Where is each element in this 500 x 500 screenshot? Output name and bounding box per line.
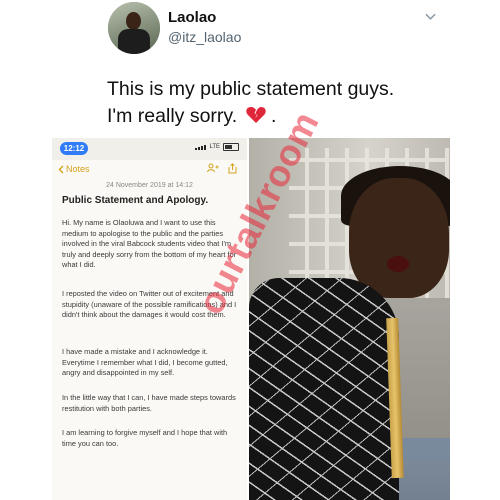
broken-heart-icon xyxy=(245,107,266,123)
signal-icon xyxy=(195,144,207,150)
back-label: Notes xyxy=(66,164,90,174)
tweet-text-line-1: This is my public statement guys. xyxy=(107,78,395,100)
status-time: 12:12 xyxy=(60,142,88,155)
chevron-down-icon[interactable] xyxy=(425,11,436,22)
chevron-left-icon xyxy=(58,165,64,173)
tweet-text: This is my public statement guys. I'm re… xyxy=(107,76,447,130)
share-icon[interactable] xyxy=(228,163,237,174)
display-name[interactable]: Laolao xyxy=(168,9,216,26)
battery-icon xyxy=(223,143,239,151)
tweet-text-line-2-label: I'm really sorry. xyxy=(107,105,238,127)
tweet-text-line-2: I'm really sorry. . xyxy=(107,105,277,127)
user-handle[interactable]: @itz_laolao xyxy=(168,29,241,45)
status-bar: 12:12 LTE xyxy=(52,138,247,160)
network-label: LTE xyxy=(209,144,220,150)
note-paragraph: In the little way that I can, I have mad… xyxy=(62,393,236,413)
note-date: 24 November 2019 at 14:12 xyxy=(106,182,193,189)
note-title: Public Statement and Apology. xyxy=(62,195,209,206)
note-paragraph: I have made a mistake and I acknowledge … xyxy=(62,347,228,378)
notes-screenshot: 12:12 LTE Notes 24 November 2019 at 14:1… xyxy=(52,138,247,500)
note-paragraph: I am learning to forgive myself and I ho… xyxy=(62,428,228,448)
add-people-icon[interactable] xyxy=(207,163,219,173)
avatar[interactable] xyxy=(108,2,160,54)
back-to-notes-button[interactable]: Notes xyxy=(58,164,90,174)
